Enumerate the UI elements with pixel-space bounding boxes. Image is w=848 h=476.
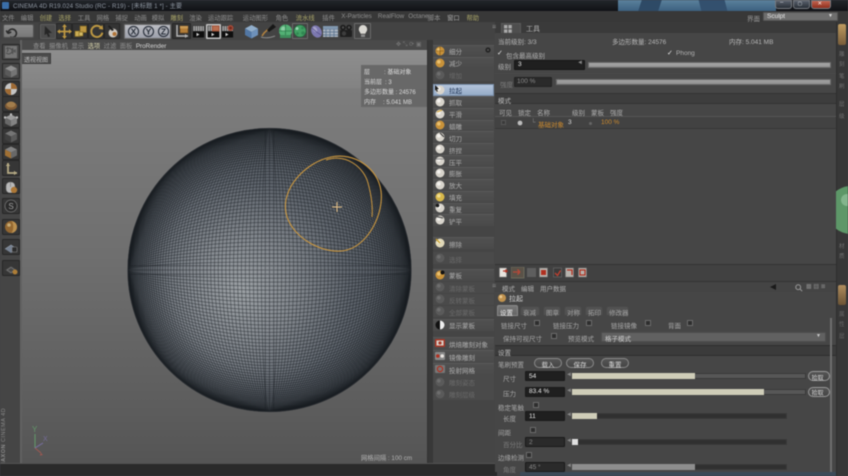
svg-text:Z: Z [161,26,166,36]
svg-text:S: S [8,202,13,211]
svg-text:Y: Y [32,425,38,434]
svg-text:X: X [43,436,48,443]
svg-text:Y: Y [145,26,151,36]
svg-text:X: X [130,26,136,36]
